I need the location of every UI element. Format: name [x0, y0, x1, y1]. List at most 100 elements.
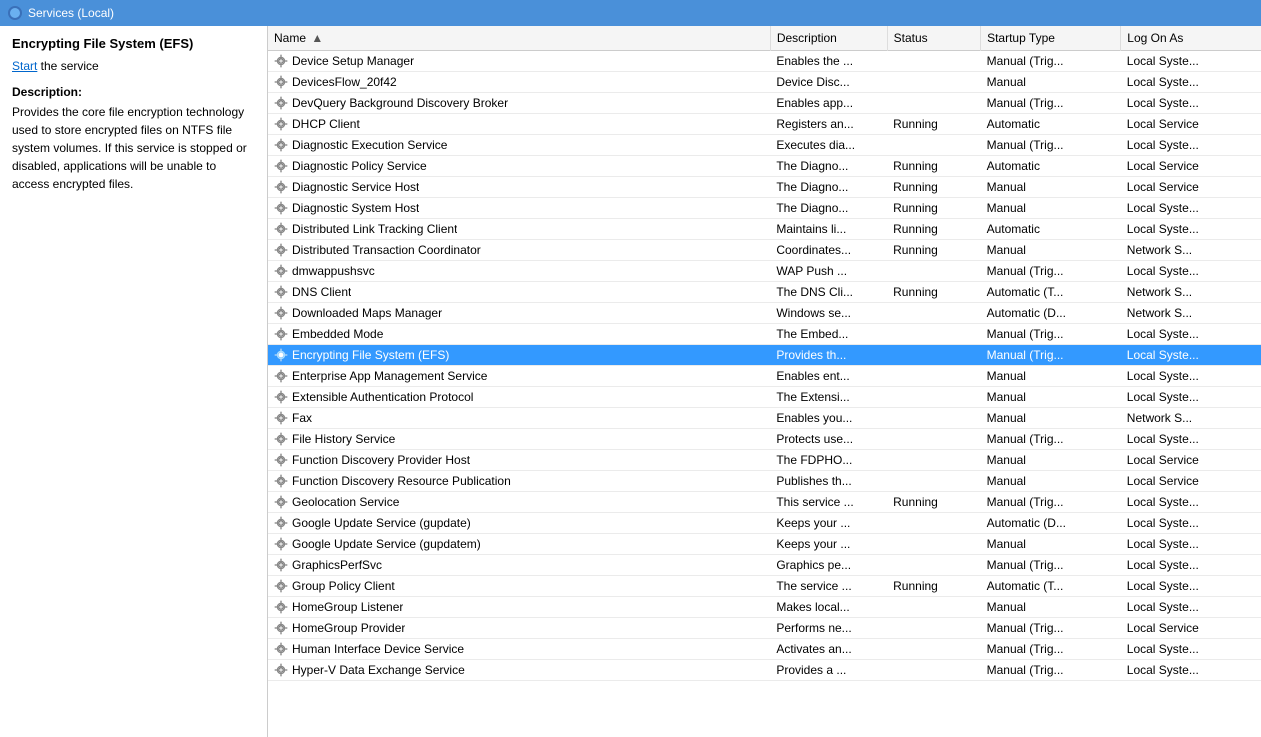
service-description-cell: Windows se... — [770, 303, 887, 324]
service-logon-cell: Local Syste... — [1121, 366, 1261, 387]
table-row[interactable]: Diagnostic Execution Service Executes dia… — [268, 135, 1261, 156]
table-row[interactable]: Google Update Service (gupdatem)Keeps yo… — [268, 534, 1261, 555]
table-row[interactable]: Diagnostic System HostThe Diagno...Runni… — [268, 198, 1261, 219]
service-name-cell: Diagnostic Policy Service — [268, 156, 770, 177]
table-row[interactable]: Downloaded Maps ManagerWindows se...Auto… — [268, 303, 1261, 324]
table-row[interactable]: File History ServiceProtects use...Manua… — [268, 429, 1261, 450]
service-name-text: Diagnostic Execution Service — [292, 138, 447, 152]
service-name-text: DNS Client — [292, 285, 351, 299]
table-row[interactable]: Distributed Transaction Coordinator Coord… — [268, 240, 1261, 261]
table-row[interactable]: Geolocation ServiceThis service ...Runni… — [268, 492, 1261, 513]
table-row[interactable]: Extensible Authentication ProtocolThe Ex… — [268, 387, 1261, 408]
table-row[interactable]: DNS ClientThe DNS Cli...RunningAutomatic… — [268, 282, 1261, 303]
table-row[interactable]: GraphicsPerfSvcGraphics pe...Manual (Tri… — [268, 555, 1261, 576]
service-description-cell: Provides th... — [770, 345, 887, 366]
table-row[interactable]: FaxEnables you...ManualNetwork S... — [268, 408, 1261, 429]
service-logon-cell: Local Syste... — [1121, 660, 1261, 681]
table-row[interactable]: HomeGroup ProviderPerforms ne...Manual (… — [268, 618, 1261, 639]
service-logon-cell: Local Syste... — [1121, 51, 1261, 72]
table-row[interactable]: Encrypting File System (EFS)Provides th.… — [268, 345, 1261, 366]
sort-arrow-name: ▲ — [311, 31, 323, 45]
service-status-cell: Running — [887, 177, 980, 198]
service-status-cell — [887, 51, 980, 72]
service-gear-icon — [274, 264, 288, 278]
col-header-logon[interactable]: Log On As — [1121, 26, 1261, 51]
service-startup-cell: Manual — [981, 597, 1121, 618]
table-row[interactable]: Hyper-V Data Exchange ServiceProvides a … — [268, 660, 1261, 681]
service-name-text: Enterprise App Management Service — [292, 369, 487, 383]
service-description-cell: Coordinates... — [770, 240, 887, 261]
service-logon-cell: Local Syste... — [1121, 198, 1261, 219]
table-row[interactable]: Google Update Service (gupdate)Keeps you… — [268, 513, 1261, 534]
service-gear-icon — [274, 453, 288, 467]
service-gear-icon — [274, 390, 288, 404]
table-row[interactable]: Human Interface Device ServiceActivates … — [268, 639, 1261, 660]
service-logon-cell: Local Service — [1121, 618, 1261, 639]
service-name-text: Fax — [292, 411, 312, 425]
table-row[interactable]: DevicesFlow_20f42Device Disc...ManualLoc… — [268, 72, 1261, 93]
title-bar-label: Services (Local) — [28, 6, 114, 20]
service-gear-icon — [274, 600, 288, 614]
table-row[interactable]: dmwappushsvcWAP Push ...Manual (Trig...L… — [268, 261, 1261, 282]
right-panel: Name ▲ Description Status Startup Type L… — [268, 26, 1261, 737]
table-row[interactable]: Device Setup ManagerEnables the ...Manua… — [268, 51, 1261, 72]
service-name-cell: HomeGroup Provider — [268, 618, 770, 639]
service-name-cell: Diagnostic Execution Service — [268, 135, 770, 156]
description-label: Description: — [12, 85, 255, 99]
service-name-cell: Hyper-V Data Exchange Service — [268, 660, 770, 681]
col-header-status[interactable]: Status — [887, 26, 980, 51]
table-row[interactable]: Function Discovery Provider HostThe FDPH… — [268, 450, 1261, 471]
service-logon-cell: Local Service — [1121, 177, 1261, 198]
service-logon-cell: Local Syste... — [1121, 72, 1261, 93]
service-startup-cell: Manual (Trig... — [981, 492, 1121, 513]
table-row[interactable]: DHCP ClientRegisters an...RunningAutomat… — [268, 114, 1261, 135]
service-startup-cell: Manual (Trig... — [981, 93, 1121, 114]
service-gear-icon — [274, 474, 288, 488]
service-description-cell: This service ... — [770, 492, 887, 513]
service-name-text: Diagnostic System Host — [292, 201, 419, 215]
start-service-suffix: the service — [37, 59, 98, 73]
service-status-cell — [887, 366, 980, 387]
service-name-cell: DevQuery Background Discovery Broker — [268, 93, 770, 114]
table-row[interactable]: DevQuery Background Discovery BrokerEnab… — [268, 93, 1261, 114]
service-name-text: Distributed Transaction Coordinator — [292, 243, 481, 257]
services-table-container[interactable]: Name ▲ Description Status Startup Type L… — [268, 26, 1261, 737]
service-gear-icon — [274, 621, 288, 635]
service-logon-cell: Network S... — [1121, 303, 1261, 324]
service-gear-icon — [274, 201, 288, 215]
service-name-cell: Function Discovery Resource Publication — [268, 471, 770, 492]
table-row[interactable]: Diagnostic Service HostThe Diagno...Runn… — [268, 177, 1261, 198]
service-description-cell: WAP Push ... — [770, 261, 887, 282]
col-header-startup[interactable]: Startup Type — [981, 26, 1121, 51]
table-row[interactable]: Embedded ModeThe Embed...Manual (Trig...… — [268, 324, 1261, 345]
service-startup-cell: Manual (Trig... — [981, 429, 1121, 450]
service-status-cell — [887, 303, 980, 324]
service-description-cell: Executes dia... — [770, 135, 887, 156]
service-startup-cell: Manual — [981, 366, 1121, 387]
service-status-cell: Running — [887, 198, 980, 219]
title-bar-icon — [8, 6, 22, 20]
table-row[interactable]: Enterprise App Management ServiceEnables… — [268, 366, 1261, 387]
service-description-cell: The FDPHO... — [770, 450, 887, 471]
table-row[interactable]: HomeGroup ListenerMakes local...ManualLo… — [268, 597, 1261, 618]
table-row[interactable]: Distributed Link Tracking ClientMaintain… — [268, 219, 1261, 240]
service-startup-cell: Manual (Trig... — [981, 51, 1121, 72]
table-row[interactable]: Group Policy ClientThe service ...Runnin… — [268, 576, 1261, 597]
service-status-cell — [887, 408, 980, 429]
col-header-description[interactable]: Description — [770, 26, 887, 51]
service-name-cell: Encrypting File System (EFS) — [268, 345, 770, 366]
service-startup-cell: Manual — [981, 408, 1121, 429]
main-area: Encrypting File System (EFS) Start the s… — [0, 26, 1261, 737]
service-description-cell: Device Disc... — [770, 72, 887, 93]
col-header-name[interactable]: Name ▲ — [268, 26, 770, 51]
service-name-cell: File History Service — [268, 429, 770, 450]
table-row[interactable]: Function Discovery Resource PublicationP… — [268, 471, 1261, 492]
service-logon-cell: Local Syste... — [1121, 429, 1261, 450]
service-startup-cell: Manual (Trig... — [981, 618, 1121, 639]
service-status-cell — [887, 534, 980, 555]
service-name-text: Downloaded Maps Manager — [292, 306, 442, 320]
service-gear-icon — [274, 138, 288, 152]
table-row[interactable]: Diagnostic Policy ServiceThe Diagno...Ru… — [268, 156, 1261, 177]
start-service-link[interactable]: Start — [12, 59, 37, 73]
service-startup-cell: Manual — [981, 471, 1121, 492]
